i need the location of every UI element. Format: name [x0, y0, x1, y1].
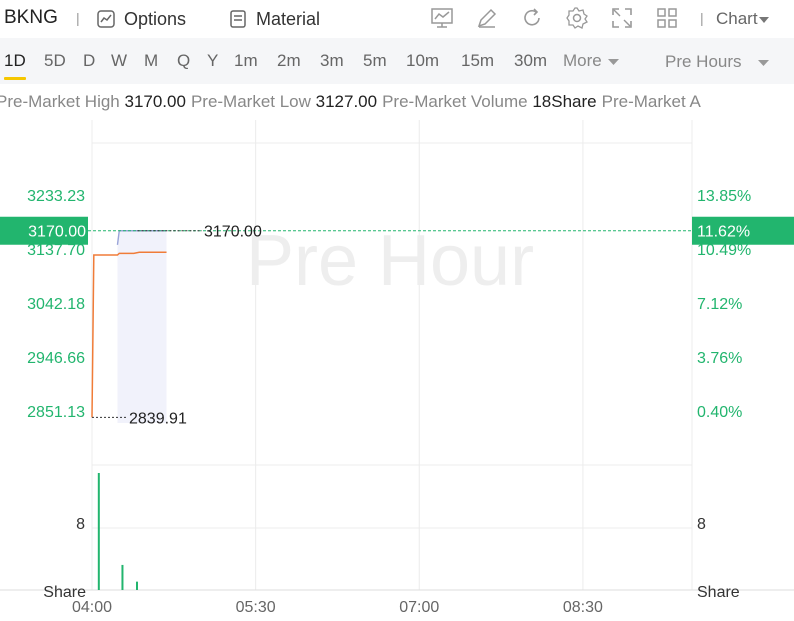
- stat-label: Pre-Market Volume: [382, 92, 533, 111]
- more-label: More: [563, 51, 602, 70]
- active-period-indicator: [4, 77, 26, 80]
- chart-watermark: Pre Hour: [246, 221, 534, 301]
- pre-market-stats: Pre-Market High 3170.00 Pre-Market Low 31…: [0, 88, 794, 116]
- grid-icon[interactable]: [655, 6, 679, 30]
- x-tick-label: 04:00: [72, 599, 112, 616]
- caret-down-icon: [608, 59, 620, 65]
- price-tick-label: 3233.23: [27, 188, 85, 205]
- period-1d[interactable]: 1D: [4, 51, 26, 71]
- percent-tick-label: 13.85%: [697, 188, 751, 205]
- percent-tick-label: 3.76%: [697, 350, 742, 367]
- period-d[interactable]: D: [83, 51, 95, 71]
- session-label: Pre Hours: [665, 52, 742, 71]
- stat-value: 18Share: [532, 92, 597, 111]
- price-area-fill: [117, 230, 167, 423]
- intraday-chart[interactable]: Pre Hour3170.002839.913233.233137.703042…: [0, 120, 794, 621]
- gear-icon[interactable]: [565, 6, 589, 30]
- high-annotation: 3170.00: [204, 224, 262, 241]
- toolbar-separator: |: [76, 10, 80, 26]
- more-periods-dropdown[interactable]: More: [563, 51, 620, 71]
- x-tick-label: 05:30: [236, 599, 276, 616]
- options-label: Options: [124, 8, 187, 29]
- symbol-label: BKNG: [4, 7, 58, 28]
- volume-bar: [121, 564, 124, 590]
- document-icon: [230, 10, 246, 28]
- period-30m[interactable]: 30m: [514, 51, 547, 71]
- stat-value: 3127.00: [315, 92, 378, 111]
- expand-icon[interactable]: [610, 6, 634, 30]
- pen-icon[interactable]: [475, 6, 499, 30]
- volume-bar: [97, 473, 100, 590]
- toolbar-separator-2: |: [700, 10, 704, 26]
- material-label: Material: [256, 8, 321, 29]
- volume-tick-label: 8: [76, 516, 85, 533]
- current-price-label: 3170.00: [28, 224, 86, 241]
- x-tick-label: 08:30: [563, 599, 603, 616]
- period-w[interactable]: W: [111, 51, 127, 71]
- price-tick-label: 2851.13: [27, 404, 85, 421]
- stat-value: 3170.00: [124, 92, 186, 111]
- low-annotation: 2839.91: [129, 410, 187, 427]
- material-button[interactable]: Material: [228, 6, 320, 32]
- volume-bar: [136, 581, 138, 590]
- caret-down-icon: [758, 17, 769, 23]
- chart-dropdown-label: Chart: [716, 9, 758, 28]
- percent-tick-label: 7.12%: [697, 296, 742, 313]
- period-15m[interactable]: 15m: [461, 51, 494, 71]
- period-bar: 1D 5D D W M Q Y 1m 2m 3m 5m 10m 15m 30m More Pre Hour…: [0, 38, 794, 84]
- session-dropdown[interactable]: Pre Hours: [665, 52, 770, 72]
- chart-dropdown[interactable]: Chart: [716, 9, 769, 29]
- percent-tick-label: 0.40%: [697, 404, 742, 421]
- options-icon: [97, 10, 115, 28]
- period-5d[interactable]: 5D: [44, 51, 66, 71]
- toolbar: BKNG | Options Material | Chart: [0, 0, 794, 38]
- period-5m[interactable]: 5m: [363, 51, 387, 71]
- period-1m[interactable]: 1m: [234, 51, 258, 71]
- x-tick-label: 07:00: [399, 599, 439, 616]
- volume-tick-label-right: 8: [697, 516, 706, 533]
- price-tick-label: 3042.18: [27, 296, 85, 313]
- price-tick-label: 2946.66: [27, 350, 85, 367]
- stat-label: Pre-Market High: [0, 92, 125, 111]
- period-y[interactable]: Y: [207, 51, 218, 71]
- stat-label: Pre-Market Low: [190, 92, 316, 111]
- line-chart-icon[interactable]: [430, 6, 454, 30]
- refresh-icon[interactable]: [520, 6, 544, 30]
- period-10m[interactable]: 10m: [406, 51, 439, 71]
- current-percent-label: 11.62%: [697, 224, 750, 241]
- caret-down-icon: [758, 60, 770, 66]
- period-q[interactable]: Q: [177, 51, 190, 71]
- stat-label: Pre-Market A: [601, 92, 701, 111]
- period-m[interactable]: M: [144, 51, 158, 71]
- options-button[interactable]: Options: [96, 6, 186, 32]
- volume-unit-label-right: Share: [697, 584, 740, 601]
- period-2m[interactable]: 2m: [277, 51, 301, 71]
- period-3m[interactable]: 3m: [320, 51, 344, 71]
